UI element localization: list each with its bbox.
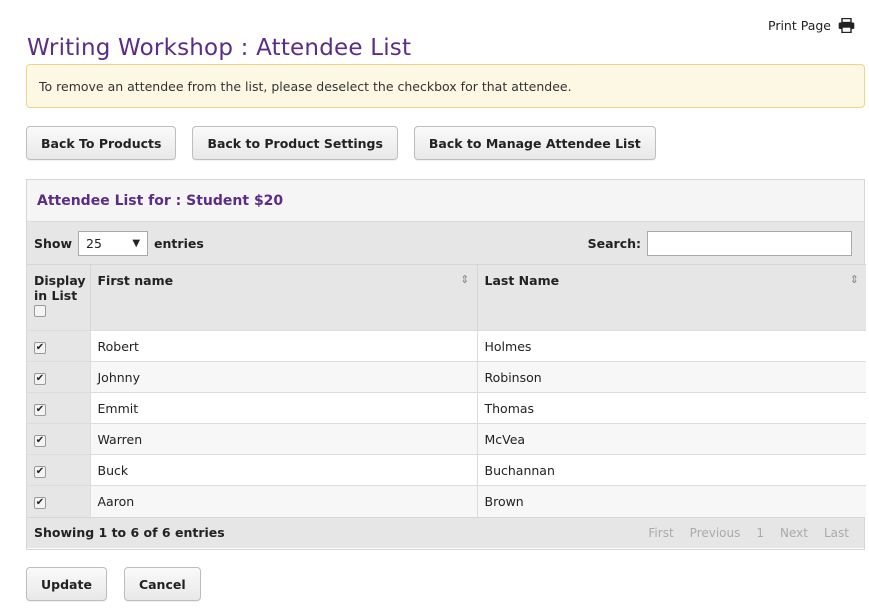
update-button[interactable]: Update	[26, 567, 107, 601]
first-name-cell: Emmit	[90, 392, 478, 424]
pager-first[interactable]: First	[640, 526, 681, 540]
table-row: ✔ Aaron Brown	[27, 485, 866, 517]
first-name-cell: Robert	[90, 330, 478, 362]
pager-previous[interactable]: Previous	[682, 526, 749, 540]
last-name-cell: Holmes	[477, 330, 866, 362]
print-page-label: Print Page	[768, 18, 831, 33]
column-display-label: Display in List	[34, 273, 86, 303]
pager-next[interactable]: Next	[772, 526, 816, 540]
first-name-cell: Aaron	[90, 485, 478, 517]
table-row: ✔ Emmit Thomas	[27, 392, 866, 424]
panel-title: Attendee List for : Student $20	[27, 180, 864, 222]
entries-select[interactable]: 25 ▼	[78, 230, 149, 256]
pager-page-1[interactable]: 1	[748, 526, 772, 540]
row-checkbox-cell: ✔	[27, 454, 91, 486]
first-name-cell: Warren	[90, 423, 478, 455]
chevron-down-icon: ▼	[132, 237, 141, 249]
nav-buttons: Back To Products Back to Product Setting…	[26, 126, 656, 160]
table-controls: Show 25 ▼ entries Search:	[27, 222, 864, 264]
cancel-button[interactable]: Cancel	[123, 567, 201, 601]
row-checkbox-cell: ✔	[27, 361, 91, 393]
last-name-cell: McVea	[477, 423, 866, 455]
last-name-cell: Thomas	[477, 392, 866, 424]
attendee-table: Display in List First name ⇕ Last Name ⇕	[27, 264, 866, 517]
row-checkbox[interactable]: ✔	[34, 497, 46, 510]
row-checkbox-cell: ✔	[27, 330, 91, 362]
sort-icon: ⇕	[849, 273, 859, 286]
pagination: First Previous 1 Next Last	[640, 526, 857, 540]
table-info: Showing 1 to 6 of 6 entries	[34, 525, 225, 540]
column-first-name[interactable]: First name ⇕	[90, 264, 478, 331]
search-input[interactable]	[647, 230, 852, 256]
entries-label: entries	[154, 235, 204, 251]
row-checkbox[interactable]: ✔	[34, 466, 46, 478]
column-display-in-list: Display in List	[27, 264, 91, 331]
row-checkbox-cell: ✔	[27, 423, 91, 455]
notice-alert: To remove an attendee from the list, ple…	[26, 64, 865, 108]
printer-icon	[838, 18, 855, 33]
last-name-cell: Robinson	[477, 361, 866, 393]
last-name-cell: Brown	[477, 485, 866, 517]
column-last-name-label: Last Name	[484, 273, 560, 288]
column-last-name[interactable]: Last Name ⇕	[477, 264, 866, 331]
first-name-cell: Buck	[90, 454, 478, 486]
select-all-checkbox[interactable]	[34, 305, 46, 317]
last-name-cell: Buchannan	[477, 454, 866, 486]
action-buttons: Update Cancel	[26, 567, 201, 601]
column-first-name-label: First name	[97, 273, 174, 288]
search-label: Search:	[587, 235, 641, 251]
row-checkbox[interactable]: ✔	[34, 373, 46, 385]
page-title: Writing Workshop : Attendee List	[27, 35, 412, 62]
table-row: ✔ Robert Holmes	[27, 330, 866, 362]
table-header-row: Display in List First name ⇕ Last Name ⇕	[27, 264, 866, 331]
row-checkbox[interactable]: ✔	[34, 342, 46, 354]
notice-text: To remove an attendee from the list, ple…	[39, 78, 572, 94]
show-label: Show	[34, 235, 73, 251]
row-checkbox[interactable]: ✔	[34, 404, 46, 416]
print-page-link[interactable]: Print Page	[768, 18, 855, 33]
row-checkbox[interactable]: ✔	[34, 435, 46, 447]
back-to-product-settings-button[interactable]: Back to Product Settings	[192, 126, 398, 160]
back-to-products-button[interactable]: Back To Products	[26, 126, 177, 160]
sort-icon: ⇕	[460, 273, 470, 286]
table-row: ✔ Buck Buchannan	[27, 454, 866, 486]
table-row: ✔ Warren McVea	[27, 423, 866, 455]
row-checkbox-cell: ✔	[27, 485, 91, 517]
table-row: ✔ Johnny Robinson	[27, 361, 866, 393]
attendee-panel: Attendee List for : Student $20 Show 25 …	[26, 179, 866, 550]
table-footer: Showing 1 to 6 of 6 entries First Previo…	[27, 516, 864, 548]
pager-last[interactable]: Last	[816, 526, 857, 540]
back-to-manage-attendee-list-button[interactable]: Back to Manage Attendee List	[413, 126, 656, 160]
first-name-cell: Johnny	[90, 361, 478, 393]
row-checkbox-cell: ✔	[27, 392, 91, 424]
entries-select-value: 25	[86, 235, 102, 251]
